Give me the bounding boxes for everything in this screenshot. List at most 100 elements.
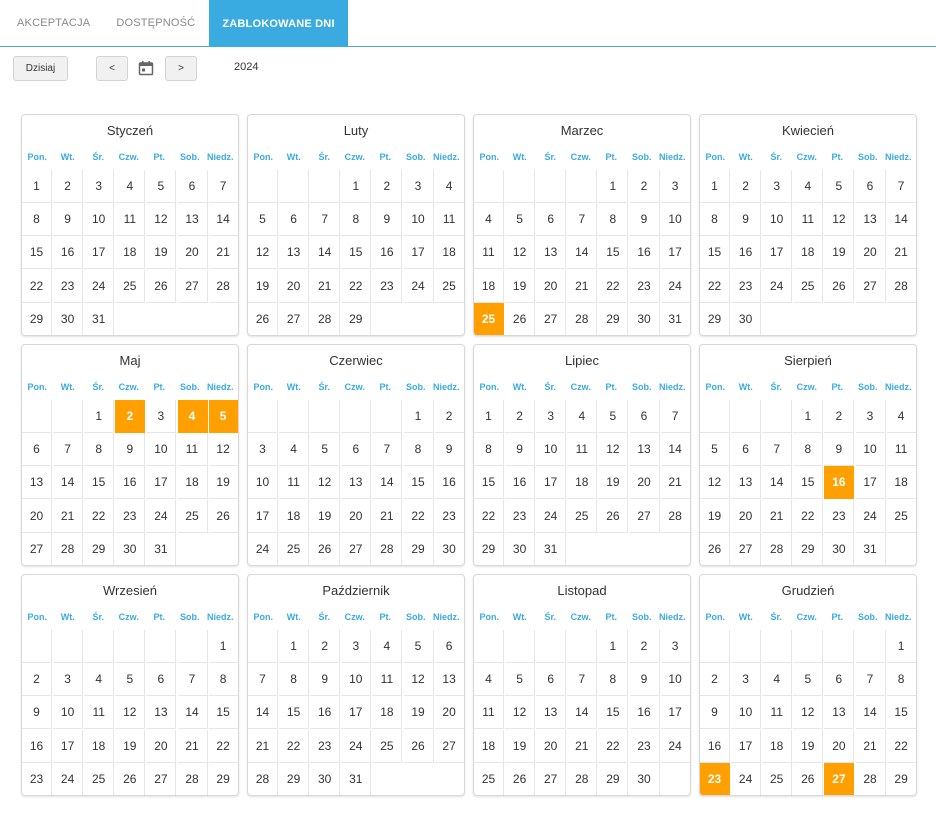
- day-cell[interactable]: 12: [793, 696, 824, 730]
- tab-dostepnosc[interactable]: DOSTĘPNOŚĆ: [103, 0, 208, 46]
- day-cell[interactable]: 20: [177, 236, 208, 270]
- day-cell[interactable]: 23: [372, 269, 403, 303]
- day-cell[interactable]: 5: [700, 433, 730, 467]
- day-cell[interactable]: 1: [598, 170, 629, 203]
- day-cell[interactable]: 8: [84, 433, 115, 467]
- day-cell[interactable]: 20: [536, 269, 567, 303]
- day-cell[interactable]: 17: [248, 499, 278, 533]
- day-cell[interactable]: 5: [505, 203, 536, 237]
- day-cell[interactable]: 5: [598, 400, 629, 433]
- day-cell[interactable]: 10: [403, 203, 434, 237]
- day-cell[interactable]: 12: [700, 466, 730, 500]
- day-cell[interactable]: 15: [341, 236, 372, 270]
- day-cell[interactable]: 10: [731, 696, 762, 730]
- day-cell[interactable]: 11: [177, 433, 208, 467]
- day-cell[interactable]: 4: [84, 663, 115, 697]
- day-cell[interactable]: 17: [53, 729, 84, 763]
- day-cell[interactable]: 3: [84, 170, 115, 203]
- day-cell[interactable]: 10: [53, 696, 84, 730]
- day-cell[interactable]: 24: [403, 269, 434, 303]
- day-cell[interactable]: 8: [22, 203, 52, 237]
- day-cell[interactable]: 15: [598, 236, 629, 270]
- day-cell[interactable]: 13: [177, 203, 208, 237]
- day-cell[interactable]: 22: [84, 499, 115, 533]
- day-cell[interactable]: 1: [474, 400, 504, 433]
- day-cell[interactable]: 20: [22, 499, 52, 533]
- day-cell[interactable]: 11: [279, 466, 310, 500]
- day-cell[interactable]: 7: [762, 433, 793, 467]
- day-cell[interactable]: 27: [146, 762, 177, 795]
- day-cell[interactable]: 31: [84, 302, 115, 335]
- day-cell[interactable]: 6: [279, 203, 310, 237]
- day-cell[interactable]: 15: [474, 466, 504, 500]
- blocked-day-cell[interactable]: 27: [824, 762, 855, 795]
- day-cell[interactable]: 13: [536, 696, 567, 730]
- day-cell[interactable]: 23: [53, 269, 84, 303]
- day-cell[interactable]: 9: [629, 663, 660, 697]
- day-cell[interactable]: 8: [279, 663, 310, 697]
- day-cell[interactable]: 18: [434, 236, 464, 270]
- day-cell[interactable]: 21: [177, 729, 208, 763]
- day-cell[interactable]: 24: [731, 762, 762, 795]
- day-cell[interactable]: 27: [341, 532, 372, 565]
- day-cell[interactable]: 23: [434, 499, 464, 533]
- day-cell[interactable]: 26: [403, 729, 434, 763]
- day-cell[interactable]: 24: [536, 499, 567, 533]
- day-cell[interactable]: 25: [434, 269, 464, 303]
- day-cell[interactable]: 18: [886, 466, 916, 500]
- day-cell[interactable]: 15: [700, 236, 730, 270]
- day-cell[interactable]: 2: [434, 400, 464, 433]
- day-cell[interactable]: 16: [731, 236, 762, 270]
- day-cell[interactable]: 10: [762, 203, 793, 237]
- day-cell[interactable]: 3: [660, 170, 690, 203]
- day-cell[interactable]: 16: [115, 466, 146, 500]
- day-cell[interactable]: 9: [22, 696, 52, 730]
- day-cell[interactable]: 26: [115, 762, 146, 795]
- day-cell[interactable]: 15: [279, 696, 310, 730]
- day-cell[interactable]: 19: [598, 466, 629, 500]
- day-cell[interactable]: 13: [536, 236, 567, 270]
- day-cell[interactable]: 19: [505, 729, 536, 763]
- day-cell[interactable]: 14: [177, 696, 208, 730]
- day-cell[interactable]: 16: [505, 466, 536, 500]
- day-cell[interactable]: 4: [372, 630, 403, 663]
- day-cell[interactable]: 14: [660, 433, 690, 467]
- day-cell[interactable]: 19: [208, 466, 238, 500]
- day-cell[interactable]: 22: [474, 499, 504, 533]
- day-cell[interactable]: 7: [660, 400, 690, 433]
- day-cell[interactable]: 27: [536, 302, 567, 335]
- day-cell[interactable]: 7: [855, 663, 886, 697]
- day-cell[interactable]: 20: [279, 269, 310, 303]
- day-cell[interactable]: 14: [567, 236, 598, 270]
- day-cell[interactable]: 28: [53, 532, 84, 565]
- day-cell[interactable]: 4: [474, 203, 504, 237]
- day-cell[interactable]: 21: [886, 236, 916, 270]
- day-cell[interactable]: 11: [372, 663, 403, 697]
- day-cell[interactable]: 17: [146, 466, 177, 500]
- day-cell[interactable]: 14: [208, 203, 238, 237]
- day-cell[interactable]: 2: [22, 663, 52, 697]
- day-cell[interactable]: 11: [886, 433, 916, 467]
- day-cell[interactable]: 24: [53, 762, 84, 795]
- day-cell[interactable]: 13: [341, 466, 372, 500]
- day-cell[interactable]: 19: [505, 269, 536, 303]
- day-cell[interactable]: 11: [567, 433, 598, 467]
- day-cell[interactable]: 27: [855, 269, 886, 303]
- day-cell[interactable]: 21: [208, 236, 238, 270]
- day-cell[interactable]: 18: [115, 236, 146, 270]
- day-cell[interactable]: 2: [53, 170, 84, 203]
- day-cell[interactable]: 1: [700, 170, 730, 203]
- day-cell[interactable]: 30: [731, 302, 762, 335]
- day-cell[interactable]: 6: [855, 170, 886, 203]
- day-cell[interactable]: 30: [434, 532, 464, 565]
- day-cell[interactable]: 30: [505, 532, 536, 565]
- day-cell[interactable]: 6: [629, 400, 660, 433]
- day-cell[interactable]: 19: [700, 499, 730, 533]
- day-cell[interactable]: 22: [886, 729, 916, 763]
- day-cell[interactable]: 29: [793, 532, 824, 565]
- day-cell[interactable]: 13: [279, 236, 310, 270]
- day-cell[interactable]: 23: [115, 499, 146, 533]
- day-cell[interactable]: 29: [598, 762, 629, 795]
- day-cell[interactable]: 14: [886, 203, 916, 237]
- day-cell[interactable]: 1: [208, 630, 238, 663]
